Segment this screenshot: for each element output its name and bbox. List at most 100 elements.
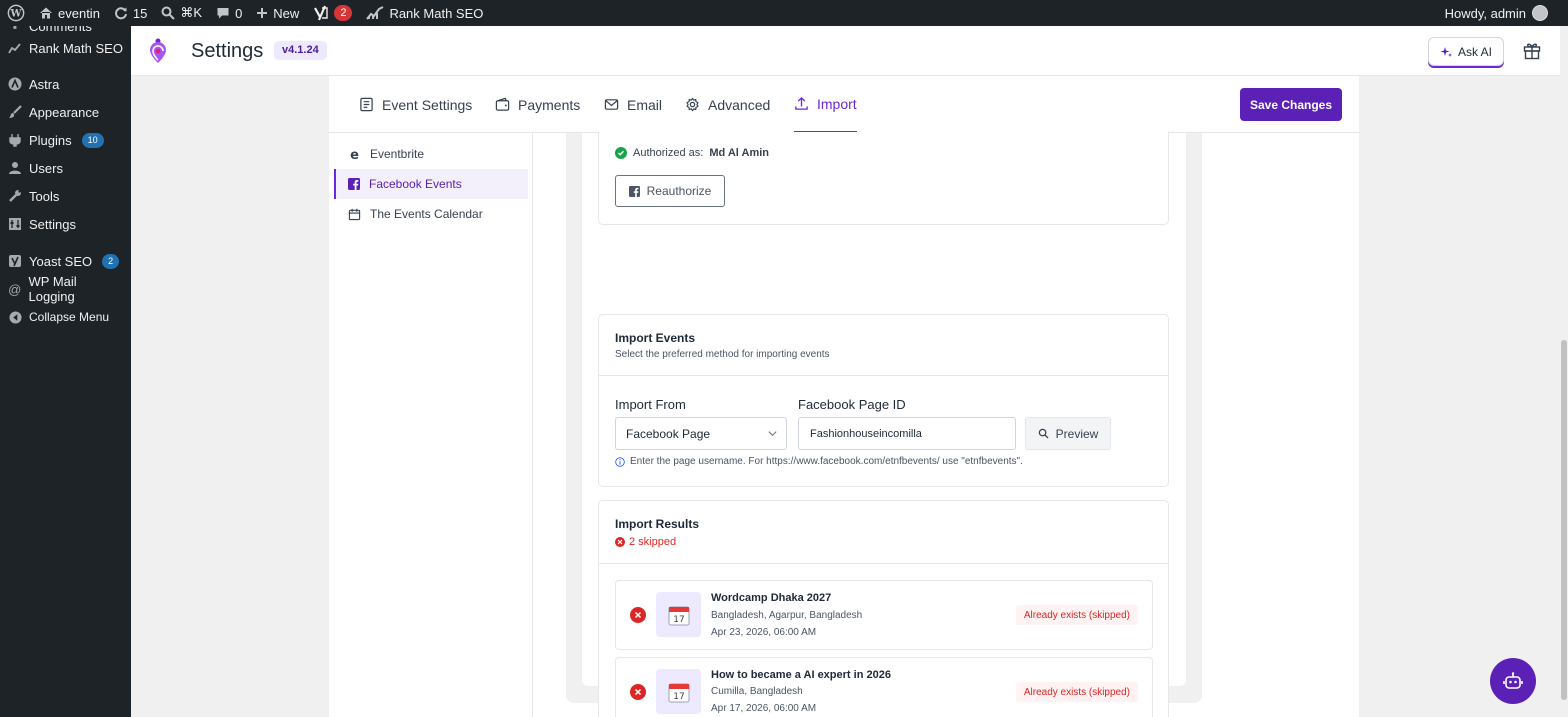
robot-icon bbox=[1503, 672, 1523, 689]
preview-button[interactable]: Preview bbox=[1025, 417, 1111, 450]
yoast-count-badge: 2 bbox=[334, 5, 353, 21]
facebook-icon bbox=[348, 178, 360, 190]
main-content: Settings v4.1.24 Ask AI Event Settings P… bbox=[131, 26, 1568, 717]
plus-icon bbox=[257, 8, 268, 18]
event-location: Bangladesh, Agarpur, Bangladesh bbox=[711, 610, 863, 621]
subnav-item-events-calendar[interactable]: The Events Calendar bbox=[334, 199, 528, 229]
import-events-subtitle: Select the preferred method for importin… bbox=[615, 349, 830, 360]
facebook-page-id-input[interactable] bbox=[798, 417, 1016, 450]
collapse-icon bbox=[8, 310, 22, 324]
rankmath-label: Rank Math SEO bbox=[389, 5, 484, 21]
authorized-user-name: Md Al Amin bbox=[709, 147, 770, 159]
collapse-menu-button[interactable]: Collapse Menu bbox=[0, 303, 131, 331]
calendar-date-icon: 17 bbox=[668, 606, 689, 625]
new-label: New bbox=[273, 5, 300, 21]
sidebar-item-label: Plugins bbox=[29, 132, 72, 148]
settings-panel: Event Settings Payments Email Advanced I… bbox=[329, 76, 1359, 717]
sidebar-item-tools[interactable]: Tools bbox=[0, 182, 131, 210]
gift-button[interactable] bbox=[1518, 37, 1546, 65]
status-badge: Already exists (skipped) bbox=[1015, 605, 1138, 625]
tab-import[interactable]: Import bbox=[794, 76, 857, 133]
gear-icon bbox=[686, 97, 699, 112]
sidebar-item-label: Astra bbox=[29, 76, 60, 92]
ask-ai-button[interactable]: Ask AI bbox=[1428, 37, 1504, 66]
facebook-icon bbox=[628, 185, 640, 197]
paintbrush-icon bbox=[8, 105, 22, 119]
import-events-title: Import Events bbox=[615, 331, 696, 345]
sidebar-item-yoast[interactable]: Yoast SEO 2 bbox=[0, 247, 131, 275]
skipped-count: 2 skipped bbox=[615, 536, 676, 548]
import-source-nav: e Eventbrite Facebook Events The Events … bbox=[334, 139, 528, 229]
sidebar-item-label: Settings bbox=[29, 216, 76, 232]
event-date: Apr 23, 2026, 06:00 AM bbox=[711, 627, 817, 638]
reauthorize-button[interactable]: Reauthorize bbox=[615, 175, 725, 207]
tab-email[interactable]: Email bbox=[604, 76, 662, 133]
avatar bbox=[1532, 5, 1548, 21]
upload-icon bbox=[795, 96, 808, 110]
rankmath-adminbar-link[interactable]: Rank Math SEO bbox=[359, 0, 490, 26]
tab-event-settings[interactable]: Event Settings bbox=[359, 76, 472, 133]
sidebar-item-astra[interactable]: Astra bbox=[0, 70, 131, 98]
wrench-icon bbox=[8, 189, 22, 203]
refresh-icon bbox=[115, 7, 127, 20]
page-title: Settings bbox=[191, 40, 264, 62]
sidebar-item-comments[interactable]: ▪ Comments bbox=[0, 26, 131, 34]
scrollbar-thumb[interactable] bbox=[1561, 340, 1567, 700]
import-from-value: Facebook Page bbox=[626, 426, 711, 441]
yoast-adminbar-link[interactable]: 2 bbox=[306, 0, 359, 26]
panel-divider bbox=[532, 133, 533, 717]
subnav-item-facebook-events[interactable]: Facebook Events bbox=[334, 169, 528, 199]
search-shortcut[interactable]: ⌘K bbox=[154, 0, 209, 26]
ask-ai-label: Ask AI bbox=[1457, 44, 1492, 59]
yoast-icon bbox=[8, 254, 22, 268]
sidebar-item-users[interactable]: Users bbox=[0, 154, 131, 182]
svg-text:W: W bbox=[9, 9, 22, 20]
svg-text:17: 17 bbox=[673, 615, 684, 625]
plugins-count-badge: 10 bbox=[81, 132, 104, 148]
new-content-link[interactable]: New bbox=[249, 0, 306, 26]
wordpress-icon: W bbox=[7, 4, 25, 22]
error-circle-icon bbox=[615, 537, 625, 547]
envelope-icon bbox=[604, 99, 619, 110]
sidebar-item-rankmath[interactable]: Rank Math SEO bbox=[0, 34, 131, 62]
home-icon bbox=[40, 7, 52, 19]
comment-icon bbox=[217, 8, 229, 19]
subnav-label: The Events Calendar bbox=[370, 207, 483, 221]
event-thumbnail: 17 bbox=[656, 592, 701, 637]
rankmath-icon bbox=[366, 6, 384, 20]
my-account[interactable]: Howdy, admin bbox=[1445, 5, 1568, 21]
sidebar-item-label: Tools bbox=[29, 188, 60, 204]
version-badge: v4.1.24 bbox=[274, 41, 327, 60]
sparkle-icon bbox=[1440, 46, 1452, 57]
sidebar-item-label: Comments bbox=[29, 26, 92, 34]
wallet-icon bbox=[495, 97, 510, 111]
sidebar-item-plugins[interactable]: Plugins 10 bbox=[0, 126, 131, 154]
subnav-item-eventbrite[interactable]: e Eventbrite bbox=[334, 139, 528, 169]
sidebar-item-label: Yoast SEO bbox=[29, 253, 93, 269]
card-divider bbox=[599, 375, 1168, 376]
sidebar-item-label: Appearance bbox=[29, 104, 100, 120]
comments-link[interactable]: 0 bbox=[209, 0, 249, 26]
sidebar-item-appearance[interactable]: Appearance bbox=[0, 98, 131, 126]
updates-link[interactable]: 15 bbox=[107, 0, 154, 26]
chatbot-button[interactable] bbox=[1490, 658, 1536, 704]
sidebar-item-label: WP Mail Logging bbox=[28, 274, 77, 304]
astra-icon bbox=[8, 77, 22, 91]
settings-tabs: Event Settings Payments Email Advanced I… bbox=[329, 76, 1359, 133]
rankmath-icon bbox=[8, 41, 22, 55]
calendar-date-icon: 17 bbox=[668, 683, 689, 702]
subnav-label: Eventbrite bbox=[370, 147, 425, 161]
error-circle-icon bbox=[630, 684, 646, 700]
sidebar-item-settings[interactable]: Settings bbox=[0, 210, 131, 238]
tab-advanced[interactable]: Advanced bbox=[685, 76, 770, 133]
tab-payments[interactable]: Payments bbox=[495, 76, 580, 133]
save-changes-button[interactable]: Save Changes bbox=[1240, 88, 1342, 121]
import-events-card: Import Events Select the preferred metho… bbox=[598, 314, 1169, 487]
wp-logo-button[interactable]: W bbox=[0, 0, 32, 26]
site-name-link[interactable]: eventin bbox=[32, 0, 107, 26]
howdy-label: Howdy, admin bbox=[1444, 5, 1526, 21]
import-from-select[interactable]: Facebook Page bbox=[615, 417, 787, 450]
event-title: Wordcamp Dhaka 2027 bbox=[711, 592, 832, 604]
sidebar-item-wp-mail-logging[interactable]: @ WP Mail Logging bbox=[0, 274, 131, 304]
help-text: Enter the page username. For https://www… bbox=[630, 456, 1023, 467]
